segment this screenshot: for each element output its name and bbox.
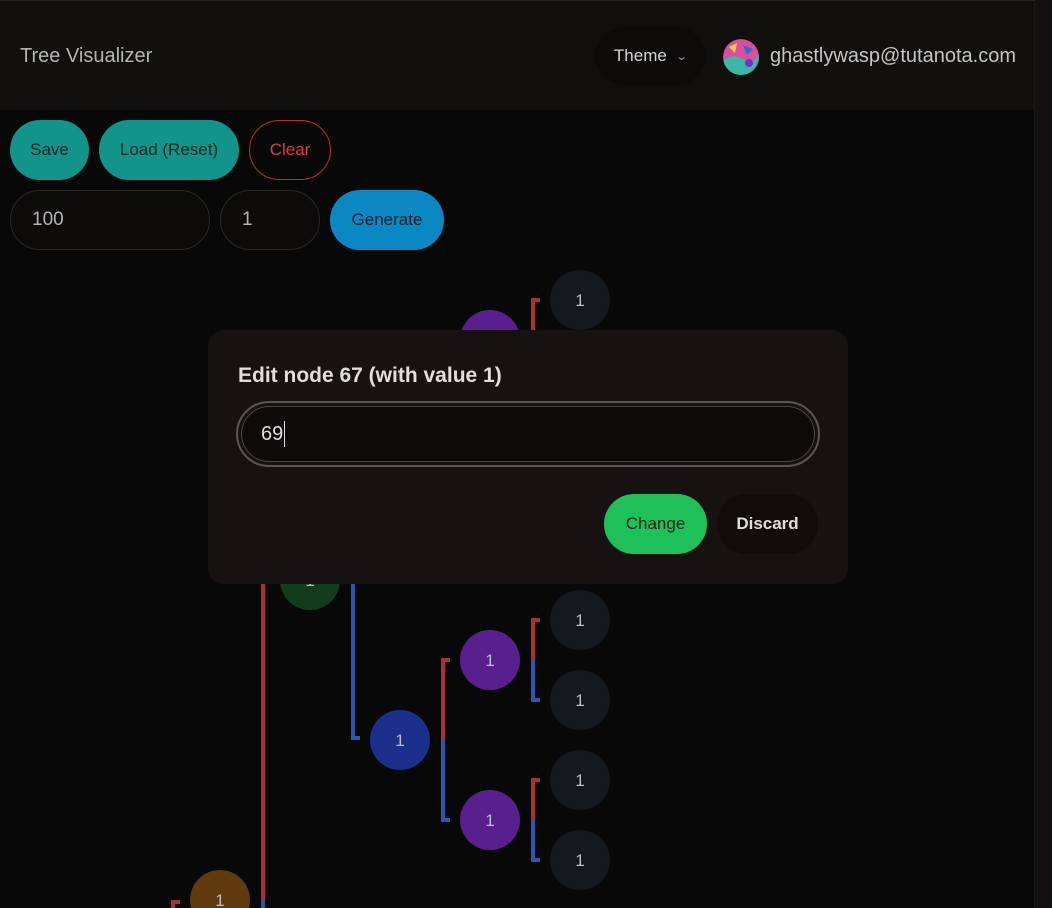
tree-node[interactable]: 1 bbox=[550, 830, 610, 890]
tree-node-label: 1 bbox=[575, 851, 584, 870]
edit-node-dialog: Edit node 67 (with value 1) 69 Change Di… bbox=[208, 330, 848, 584]
tree-node-label: 1 bbox=[575, 291, 584, 310]
tree-node-label: 1 bbox=[395, 731, 404, 750]
app-title: Tree Visualizer bbox=[20, 45, 153, 67]
change-button[interactable]: Change bbox=[604, 494, 707, 554]
page-scrollbar[interactable] bbox=[1034, 0, 1052, 908]
tree-node[interactable]: 1 bbox=[190, 870, 250, 908]
load-reset-button[interactable]: Load (Reset) bbox=[99, 120, 239, 180]
node-value-edit-input[interactable]: 69 bbox=[236, 401, 820, 467]
theme-dropdown-button[interactable]: Theme ⌄ bbox=[595, 27, 705, 85]
tree-node-label: 1 bbox=[575, 691, 584, 710]
navbar: Tree Visualizer Theme ⌄ ghastlywasp@tuta… bbox=[0, 0, 1034, 110]
user-avatar[interactable] bbox=[723, 39, 759, 75]
user-email[interactable]: ghastlywasp@tutanota.com bbox=[770, 45, 1016, 68]
tree-node-label: 1 bbox=[485, 811, 494, 830]
dialog-title: Edit node 67 (with value 1) bbox=[238, 364, 502, 387]
tree-node[interactable]: 1 bbox=[550, 270, 610, 330]
generate-button[interactable]: Generate bbox=[330, 190, 444, 250]
tree-node[interactable]: 1 bbox=[550, 750, 610, 810]
tree-node[interactable]: 1 bbox=[460, 790, 520, 850]
tree-node-label: 1 bbox=[575, 611, 584, 630]
tree-node[interactable]: 1 bbox=[460, 630, 520, 690]
tree-node[interactable]: 1 bbox=[550, 590, 610, 650]
clear-button[interactable]: Clear bbox=[249, 120, 331, 180]
tree-node[interactable]: 1 bbox=[370, 710, 430, 770]
chevron-down-icon: ⌄ bbox=[675, 50, 688, 63]
node-count-input[interactable]: 100 bbox=[10, 190, 210, 250]
save-button[interactable]: Save bbox=[10, 120, 89, 180]
theme-label: Theme bbox=[613, 46, 667, 65]
node-value-edit-text: 69 bbox=[261, 422, 284, 445]
tree-node-label: 1 bbox=[215, 891, 224, 908]
node-value-input[interactable]: 1 bbox=[220, 190, 320, 250]
discard-button[interactable]: Discard bbox=[717, 494, 818, 554]
text-caret bbox=[284, 421, 286, 447]
tree-node[interactable]: 1 bbox=[550, 670, 610, 730]
tree-node-label: 1 bbox=[485, 651, 494, 670]
tree-node-label: 1 bbox=[575, 771, 584, 790]
